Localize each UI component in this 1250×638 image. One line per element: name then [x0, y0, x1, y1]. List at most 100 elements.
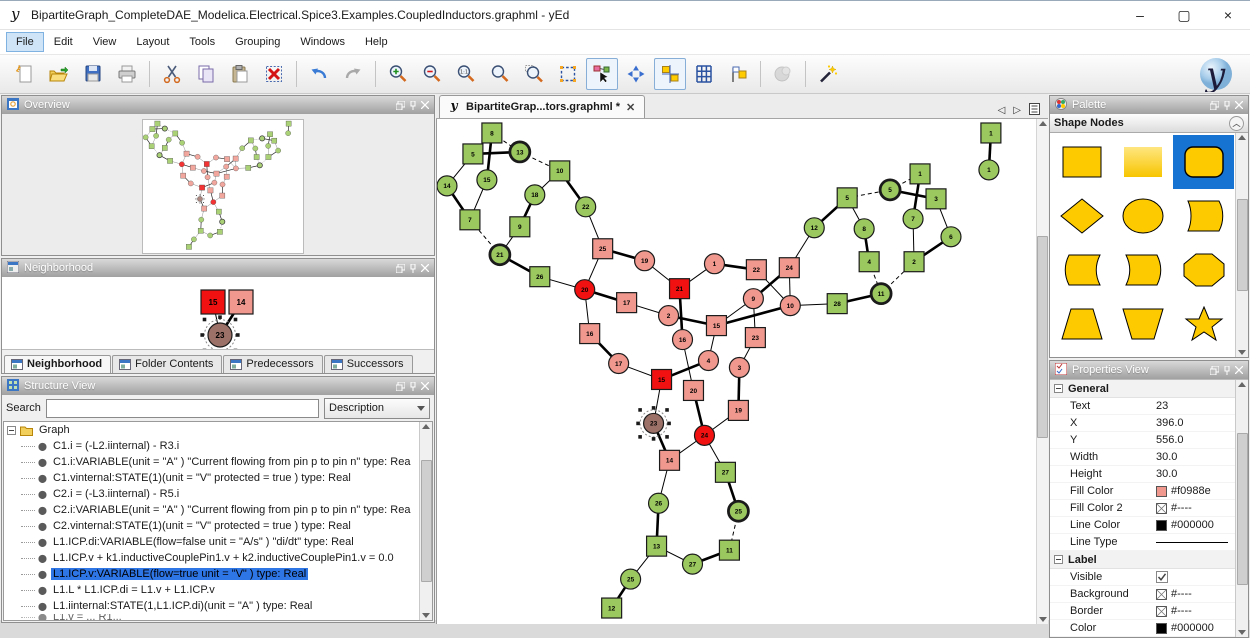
edit-mode-button[interactable]: [586, 58, 618, 90]
graph-node-15[interactable]: 15: [201, 290, 225, 314]
graph-node-2[interactable]: 2: [904, 252, 924, 272]
tree-item[interactable]: ⬤L1.ICP.di:VARIABLE(flow=false unit = "A…: [4, 534, 432, 550]
graph-node-4[interactable]: 4: [254, 154, 259, 159]
overview-body[interactable]: 8135141510187229212526192017211216161517…: [2, 114, 434, 255]
graph-node-14[interactable]: 14: [202, 206, 207, 211]
menu-edit[interactable]: Edit: [44, 32, 83, 52]
graph-node-1[interactable]: 1: [981, 123, 1001, 143]
tree-item[interactable]: ⬤L1.iinternal:STATE(1,L1.ICP.di)(unit = …: [4, 598, 432, 614]
graph-node-9[interactable]: 9: [224, 164, 229, 169]
collapse-section-icon[interactable]: ︿: [1229, 116, 1244, 131]
graph-node-21[interactable]: 21: [157, 153, 162, 158]
zoom-out-button[interactable]: [416, 58, 448, 90]
graph-node-7[interactable]: 7: [460, 210, 480, 230]
graph-node-24[interactable]: 24: [694, 425, 714, 445]
properties-scrollbar[interactable]: [1235, 380, 1248, 637]
graph-node-25[interactable]: 25: [184, 151, 189, 156]
wizard-button[interactable]: [812, 58, 844, 90]
graph-node-20[interactable]: 20: [684, 380, 704, 400]
overview-float-icon[interactable]: [396, 101, 405, 110]
property-border[interactable]: Border#----: [1050, 603, 1248, 620]
delete-button[interactable]: [258, 58, 290, 90]
tree-item[interactable]: ⬤C2.vinternal:STATE(1)(unit = "V" protec…: [4, 518, 432, 534]
graph-node-14[interactable]: 14: [660, 450, 680, 470]
graph-node-24[interactable]: 24: [211, 199, 216, 204]
neighborhood-view[interactable]: 151423: [2, 277, 434, 350]
property-width[interactable]: Width30.0: [1050, 449, 1248, 466]
palette-shape-triangle[interactable]: [1052, 351, 1113, 357]
graph-node-25[interactable]: 25: [191, 237, 196, 242]
canvas-vertical-scrollbar[interactable]: [1036, 119, 1048, 624]
graph-node-24[interactable]: 24: [233, 156, 238, 161]
graph-node-22[interactable]: 22: [224, 157, 229, 162]
graph-node-11[interactable]: 11: [217, 229, 222, 234]
close-button[interactable]: ×: [1206, 1, 1250, 29]
palette-shape-generic-node[interactable]: [1173, 189, 1234, 243]
neighborhood-pin-icon[interactable]: [409, 264, 417, 273]
zoom-selection-button[interactable]: [518, 58, 550, 90]
graph-node-10[interactable]: 10: [173, 131, 178, 136]
paste-button[interactable]: [224, 58, 256, 90]
graph-node-25[interactable]: 25: [593, 239, 613, 259]
graph-node-19[interactable]: 19: [635, 251, 655, 271]
graph-node-7[interactable]: 7: [903, 209, 923, 229]
graph-node-25[interactable]: 25: [728, 501, 748, 521]
palette-shape-star-5[interactable]: [1173, 297, 1234, 351]
graph-node-26[interactable]: 26: [167, 158, 172, 163]
graph-node-19[interactable]: 19: [220, 193, 225, 198]
graph-node-15[interactable]: 15: [706, 316, 726, 336]
palette-scrollbar[interactable]: [1235, 133, 1248, 357]
graph-node-3[interactable]: 3: [220, 182, 225, 187]
graph-node-1[interactable]: 1: [267, 132, 272, 137]
graph-node-2[interactable]: 2: [659, 306, 679, 326]
property-height[interactable]: Height30.0: [1050, 466, 1248, 483]
graph-node-7[interactable]: 7: [149, 144, 154, 149]
graph-node-17[interactable]: 17: [190, 165, 195, 170]
navigation-mode-button[interactable]: [620, 58, 652, 90]
graph-node-9[interactable]: 9: [162, 145, 167, 150]
structure-float-icon[interactable]: [396, 382, 405, 391]
tab-close-icon[interactable]: ✕: [625, 101, 636, 114]
tab-successors[interactable]: Successors: [324, 355, 413, 373]
snap-lines-button[interactable]: [654, 58, 686, 90]
property-line-color[interactable]: Line Color#000000: [1050, 517, 1248, 534]
graph-node-12[interactable]: 12: [240, 146, 245, 151]
graph-node-14[interactable]: 14: [229, 290, 253, 314]
graph-node-5[interactable]: 5: [463, 144, 483, 164]
graph-node-9[interactable]: 9: [743, 289, 763, 309]
graph-node-5[interactable]: 5: [837, 188, 857, 208]
palette-pin-icon[interactable]: [1223, 101, 1231, 110]
graph-node-23[interactable]: 23: [224, 174, 229, 179]
graph-node-15[interactable]: 15: [199, 185, 204, 190]
property-background[interactable]: Background#----: [1050, 586, 1248, 603]
graph-node-8[interactable]: 8: [482, 123, 502, 143]
graph-node-16[interactable]: 16: [205, 175, 210, 180]
menu-layout[interactable]: Layout: [126, 32, 179, 52]
tree-item[interactable]: ⬤L1.L * L1.ICP.di = L1.v + L1.ICP.v: [4, 582, 432, 598]
graph-node-10[interactable]: 10: [780, 296, 800, 316]
overview-close-icon[interactable]: [421, 101, 429, 109]
graph-node-24[interactable]: 24: [779, 258, 799, 278]
graph-node-25[interactable]: 25: [220, 219, 225, 224]
graph-node-18[interactable]: 18: [166, 137, 171, 142]
new-button[interactable]: [9, 58, 41, 90]
property-y[interactable]: Y556.0: [1050, 432, 1248, 449]
document-tab[interactable]: y BipartiteGrap...tors.graphml * ✕: [439, 95, 645, 118]
menu-tools[interactable]: Tools: [179, 32, 225, 52]
graph-node-3[interactable]: 3: [926, 189, 946, 209]
graph-node-23[interactable]: 23: [195, 194, 204, 203]
graph-node-22[interactable]: 22: [746, 260, 766, 280]
graph-node-1[interactable]: 1: [704, 254, 724, 274]
graph-node-17[interactable]: 17: [188, 181, 193, 186]
minimize-button[interactable]: –: [1118, 1, 1162, 29]
palette-close-icon[interactable]: [1235, 101, 1243, 109]
graph-node-28[interactable]: 28: [827, 294, 847, 314]
properties-section-general[interactable]: General: [1050, 380, 1248, 398]
palette-shape-rounded-rectangle[interactable]: [1173, 135, 1234, 189]
graph-node-16[interactable]: 16: [673, 330, 693, 350]
structure-close-icon[interactable]: [421, 382, 429, 390]
graph-node-15[interactable]: 15: [214, 171, 219, 176]
neighborhood-close-icon[interactable]: [421, 264, 429, 272]
graph-node-1[interactable]: 1: [286, 131, 291, 136]
graph-node-6[interactable]: 6: [941, 227, 961, 247]
